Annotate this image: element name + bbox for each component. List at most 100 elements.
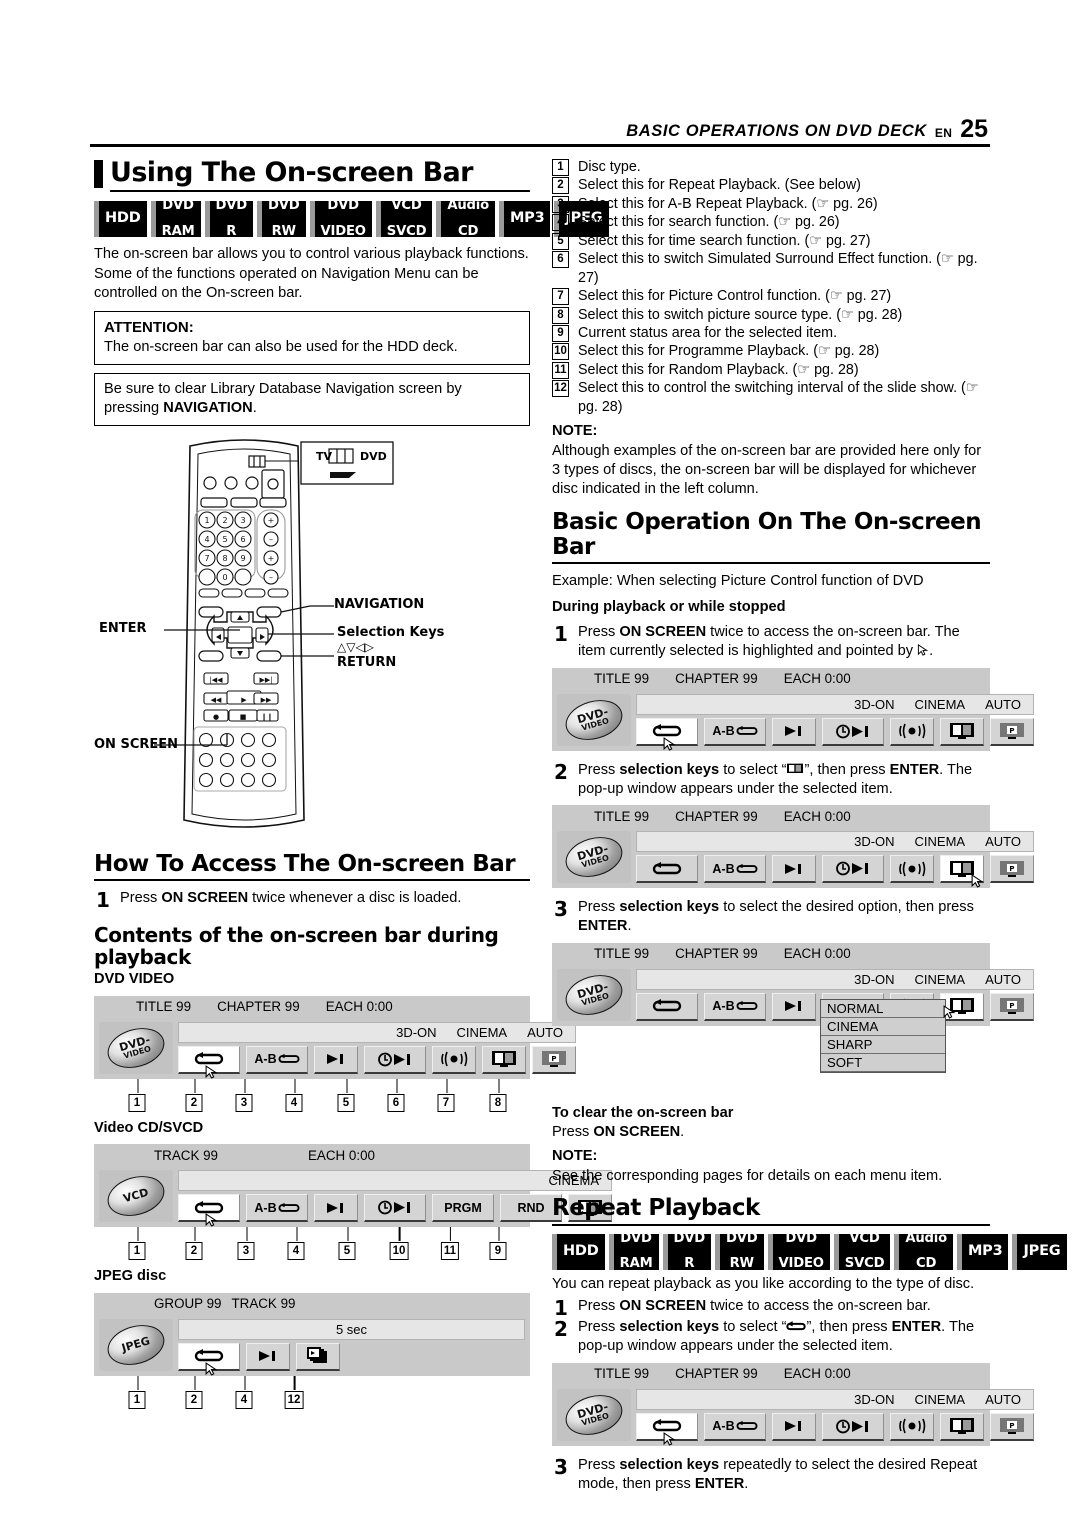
repeat-icon[interactable] [178,1194,240,1227]
prgm-label: PRGM [444,1200,482,1215]
disc-badge-hdd: HDD [94,201,147,238]
picture-source-icon[interactable]: P [990,1412,1034,1441]
popup-option-sharp[interactable]: SHARP [821,1036,945,1054]
popup-option-cinema[interactable]: CINEMA [821,1018,945,1036]
svg-text:9: 9 [240,554,245,563]
search-icon[interactable] [314,1045,358,1074]
surround-icon[interactable] [890,1412,934,1441]
osb-body: DVD- VIDEO 3D-ON CINEMA AUTO A-B P [94,1017,576,1079]
disc-icon-dvd-video: DVD- VIDEO [560,968,628,1021]
navigation-keyword: NAVIGATION [163,399,253,416]
slideshow-interval-icon[interactable] [296,1342,340,1371]
popup-option-normal[interactable]: NORMAL [821,1000,945,1018]
callout-5: 5 [337,1078,355,1112]
step-number: 3 [554,1454,568,1479]
ab-label: A-B [254,1052,277,1067]
status-3d: 3D-ON [396,1024,437,1040]
osb-track-field: TRACK 99 [154,1147,218,1163]
osb-disc-cell: DVD- VIDEO [557,968,631,1021]
osb-each-field: EACH 0:00 [308,1147,375,1163]
search-icon[interactable] [246,1342,290,1371]
osb-group-field: GROUP 99 [154,1296,222,1312]
surround-icon[interactable] [890,717,934,746]
osb-body: DVD- VIDEO 3D-ON CINEMA AUTO A-B P [552,1384,1034,1446]
osb-title-field: TITLE 99 [594,671,650,687]
picture-control-icon[interactable] [940,855,984,888]
popup-option-soft[interactable]: SOFT [821,1054,945,1072]
svg-text:+: + [268,554,275,563]
picture-source-icon[interactable]: P [990,717,1034,746]
badge-line1: DVD [215,198,248,214]
osb-controls: 3D-ON CINEMA AUTO A-B P [636,693,1034,751]
time-search-icon[interactable] [822,855,884,884]
callout-1: 1 [128,1227,146,1261]
osb-track-field: TRACK 99 [231,1296,296,1312]
ab-repeat-icon[interactable]: A-B [246,1045,308,1074]
picture-control-icon[interactable] [940,717,984,746]
repeat-icon[interactable] [636,717,698,751]
time-search-icon[interactable] [822,717,884,746]
navigation-note-box: Be sure to clear Library Database Naviga… [94,372,530,426]
callout-1: 1 [128,1375,146,1409]
time-search-icon[interactable] [364,1045,426,1074]
osb-disc-cell: DVD- VIDEO [557,693,631,746]
picture-source-icon[interactable]: P [990,992,1034,1021]
svg-text:5: 5 [222,535,227,544]
picture-source-icon[interactable]: P [990,855,1034,884]
time-search-icon[interactable] [822,1412,884,1441]
search-icon[interactable] [772,855,816,884]
osb-title-field: TITLE 99 [594,946,650,962]
legend-item-10: 10 Select this for Programme Playback. (☞… [552,342,990,361]
svg-text:3: 3 [240,516,245,525]
osb-status-row: 3D-ON CINEMA AUTO [178,1021,576,1043]
note-text: Although examples of the on-screen bar a… [552,442,982,498]
legend-item-5: 5 Select this for time search function. (… [552,232,990,250]
on-screen-key: ON SCREEN [161,890,249,907]
svg-text:▶▶|: ▶▶| [259,676,272,684]
search-icon[interactable] [772,992,816,1021]
ab-repeat-icon[interactable]: A-B [704,855,766,884]
surround-icon[interactable] [432,1045,476,1074]
page-header: BASIC OPERATIONS ON DVD DECK EN 25 [90,117,990,147]
picture-control-icon[interactable] [482,1045,526,1074]
repeat-icon[interactable] [178,1045,240,1079]
repeat-icon[interactable] [636,855,698,884]
legend-item-6: 6 Select this to switch Simulated Surroun… [552,250,990,287]
legend-item-2: 2 Select this for Repeat Playback. (See b… [552,176,990,195]
picture-control-icon[interactable] [940,992,984,1021]
ab-repeat-icon[interactable]: A-B [704,1412,766,1441]
repeat-disc-badge-list: HDD DVD RAM DVD R DVD RW DVD VIDEO VCD SVCD A… [552,1232,1067,1270]
disc-badge-vcd-svcd: VCD SVCD [375,199,433,238]
time-search-icon[interactable] [364,1194,426,1223]
ab-repeat-icon[interactable]: A-B [246,1194,308,1223]
repeat-icon[interactable] [178,1342,240,1376]
osb-disc-cell: DVD- VIDEO [557,1388,631,1441]
status-source: AUTO [985,696,1021,712]
repeat-icon[interactable] [636,1412,698,1446]
attention-box: ATTENTION: The on-screen bar can also be… [94,311,530,365]
programme-icon[interactable]: PRGM [432,1194,494,1223]
disc-badge-dvd-rw: DVD RW [715,1232,764,1270]
search-icon[interactable] [772,1412,816,1441]
svg-text:0: 0 [222,573,227,582]
header-language: EN [934,125,953,140]
repeat-icon[interactable] [636,992,698,1021]
svg-text:7: 7 [204,554,209,563]
svg-text:6: 6 [240,535,245,544]
disc-badge-dvd-r: DVD R [662,1232,711,1270]
osb-status-row: CINEMA [178,1170,612,1192]
left-column: Using The On-screen Bar HDD DVD RAM DVD R … [94,157,612,1410]
ab-repeat-icon[interactable]: A-B [704,992,766,1021]
callout-4: 4 [287,1227,305,1261]
legend-item-4: 4 Select this for search function. (☞ pg.… [552,213,990,232]
search-icon[interactable] [772,717,816,746]
repeat-icon [786,1321,807,1331]
ab-repeat-icon[interactable]: A-B [704,717,766,746]
search-icon[interactable] [314,1194,358,1223]
picture-control-icon[interactable] [940,1412,984,1441]
picture-control-popup[interactable]: NORMAL CINEMA SHARP SOFT [820,998,956,1073]
svg-text:–: – [269,535,273,544]
surround-icon[interactable] [890,855,934,884]
osb-disc-cell: JPEG [99,1318,173,1371]
step-text-a: Press [120,890,162,907]
